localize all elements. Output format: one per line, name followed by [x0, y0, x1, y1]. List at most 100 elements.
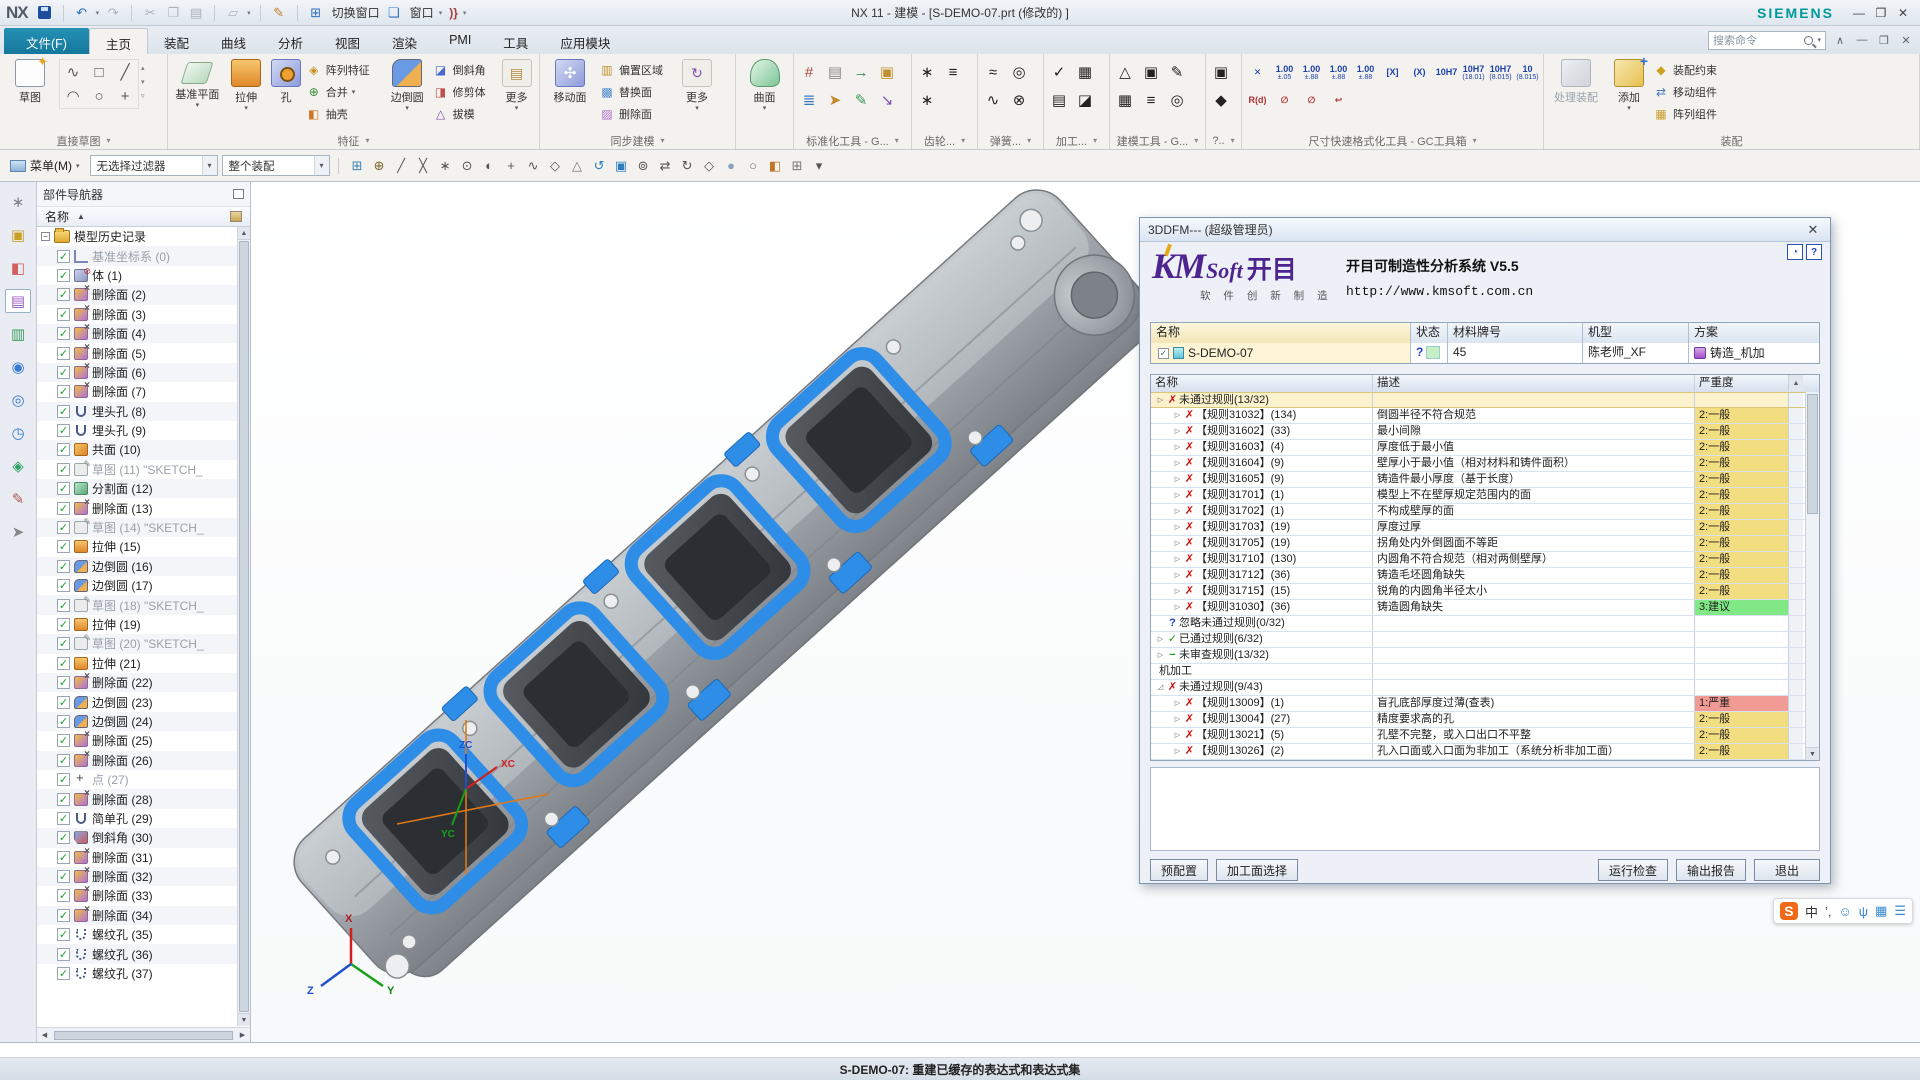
tree-item[interactable]: − ✓ 删除面 (32) [37, 867, 237, 886]
visibility-checkbox[interactable]: ✓ [57, 443, 70, 456]
ime-button[interactable]: ☰ [1894, 903, 1906, 919]
resource-bar-button[interactable]: ➤ [5, 520, 31, 544]
scroll-down-arrow[interactable]: ▼ [238, 1013, 250, 1026]
draft-button[interactable]: △拔模 [433, 104, 495, 123]
border-bar-button[interactable]: ∿ [523, 155, 544, 176]
gallery-more-button[interactable]: ▿ [141, 92, 145, 100]
modeling-tool-button[interactable]: ◎ [1165, 88, 1189, 112]
sketch-button[interactable]: 草图 [3, 56, 57, 105]
std-tool-button[interactable]: ≣ [797, 88, 821, 112]
col-material[interactable]: 材料牌号 [1448, 323, 1583, 343]
pattern-component-button[interactable]: ▦阵列组件 [1653, 104, 1735, 123]
restore-button[interactable]: ❐ [1870, 6, 1892, 20]
tree-horizontal-scrollbar[interactable]: ◀ ▶ [37, 1027, 250, 1042]
dimension-format-button[interactable]: 1.00±.88 [1353, 60, 1378, 85]
expand-twisty[interactable]: ◿ [1155, 680, 1166, 695]
ime-button[interactable]: ψ [1859, 904, 1868, 919]
resource-bar-button[interactable]: ◎ [5, 388, 31, 412]
machining-tool-button[interactable]: ◪ [1073, 88, 1097, 112]
group-dialog-launcher[interactable]: ▾ [660, 136, 664, 145]
ribbon-tab[interactable]: 装配 [148, 28, 205, 54]
misc-tool-button[interactable]: ▣ [1209, 60, 1233, 84]
machine-value[interactable]: 陈老师_XF [1583, 343, 1689, 363]
export-report-button[interactable]: 输出报告 [1676, 859, 1746, 881]
group-dialog-launcher[interactable]: ▾ [1473, 136, 1477, 145]
doc-minimize-button[interactable]: — [1854, 34, 1870, 46]
tree-item[interactable]: − ✓ 倒斜角 (30) [37, 828, 237, 847]
tree-item[interactable]: − ✓ 分割面 (12) [37, 479, 237, 498]
gear-tool-button[interactable]: ∗ [915, 88, 939, 112]
ime-toolbar[interactable]: S中’,☺ψ▦☰ [1773, 898, 1913, 924]
visibility-checkbox[interactable]: ✓ [57, 269, 70, 282]
modeling-tool-button[interactable]: △ [1113, 60, 1137, 84]
tree-item[interactable]: − ✓ 删除面 (2) [37, 285, 237, 304]
tree-item[interactable]: − ✓ 点 (27) [37, 770, 237, 789]
dimension-format-button[interactable]: 10H7 [1434, 60, 1459, 85]
group-dialog-launcher[interactable]: ▾ [895, 136, 899, 145]
rule-row[interactable]: ▷ 已通过规则(6/32) [1151, 632, 1819, 648]
tree-item[interactable]: − ✓ 草图 (11) "SKETCH_ [37, 460, 237, 479]
border-bar-button[interactable]: + [501, 155, 522, 176]
border-bar-button[interactable]: ◧ [765, 155, 786, 176]
dialog-title-bar[interactable]: 3DDFM--- (超级管理员) ✕ [1140, 218, 1830, 242]
scroll-up-button[interactable]: ▴ [141, 64, 145, 72]
group-dialog-launcher[interactable]: ▾ [1027, 136, 1031, 145]
offset-region-button[interactable]: ▥偏置区域 [599, 60, 675, 79]
tree-item[interactable]: − ✓ 拉伸 (21) [37, 654, 237, 673]
border-bar-button[interactable]: ⊙ [457, 155, 478, 176]
modeling-tool-button[interactable]: ✎ [1165, 60, 1189, 84]
tree-item[interactable]: − ✓ 边倒圆 (17) [37, 576, 237, 595]
help-icon[interactable]: ? [1806, 244, 1822, 260]
minimize-button[interactable]: — [1848, 6, 1870, 20]
col-status[interactable]: 状态 [1411, 323, 1448, 343]
expand-twisty[interactable]: ▷ [1172, 488, 1183, 503]
paste-button[interactable]: ▤ [187, 4, 205, 22]
rule-row[interactable]: 机加工 [1151, 664, 1819, 680]
dimension-format-button[interactable]: ∅ [1272, 88, 1297, 113]
hole-button[interactable]: 孔 [269, 56, 304, 105]
tree-item[interactable]: − ✓ 基准坐标系 (0) [37, 246, 237, 265]
machining-face-select-button[interactable]: 加工面选择 [1216, 859, 1298, 881]
rule-row[interactable]: ▷ 【规则31705】(19) 拐角处内外倒圆面不等距 2:一般 [1151, 536, 1819, 552]
close-button[interactable]: ✕ [1892, 6, 1914, 20]
tree-item[interactable]: − ✓ 删除面 (34) [37, 906, 237, 925]
expand-twisty[interactable]: ▷ [1172, 504, 1183, 519]
border-bar-button[interactable]: ◇ [699, 155, 720, 176]
border-bar-button[interactable]: ⊞ [787, 155, 808, 176]
visibility-checkbox[interactable]: ✓ [57, 366, 70, 379]
tree-item[interactable]: − ✓ 删除面 (26) [37, 751, 237, 770]
tab-file[interactable]: 文件(F) [4, 28, 89, 54]
expand-twisty[interactable]: ▷ [1172, 712, 1183, 727]
replace-face-button[interactable]: ▩替换面 [599, 82, 675, 101]
ribbon-tab[interactable]: 应用模块 [544, 28, 626, 54]
visibility-checkbox[interactable]: ✓ [57, 831, 70, 844]
dimension-format-button[interactable]: 1.00±.05 [1272, 60, 1297, 85]
ime-button[interactable]: S [1780, 902, 1798, 920]
resource-bar-button[interactable]: ▤ [5, 289, 31, 313]
rules-scroll-up[interactable]: ▲ [1789, 375, 1803, 391]
group-dialog-launcher[interactable]: ▾ [1231, 136, 1235, 145]
expand-twisty[interactable]: ▷ [1172, 536, 1183, 551]
border-bar-button[interactable]: △ [567, 155, 588, 176]
border-bar-button[interactable]: ⊞ [347, 155, 368, 176]
tree-item[interactable]: − ✓ 拉伸 (15) [37, 537, 237, 556]
tree-item[interactable]: − ✓ 简单孔 (29) [37, 809, 237, 828]
visibility-checkbox[interactable]: ✓ [57, 889, 70, 902]
expand-twisty[interactable]: ▷ [1155, 393, 1166, 407]
spring-tool-button[interactable]: ∿ [981, 88, 1005, 112]
group-dialog-launcher[interactable]: ▾ [1194, 136, 1198, 145]
tree-item[interactable]: − ✓ 草图 (14) "SKETCH_ [37, 518, 237, 537]
border-bar-button[interactable]: ⊕ [369, 155, 390, 176]
sketch-tool-button[interactable]: ○ [94, 88, 103, 105]
expand-twisty[interactable]: ▷ [1172, 440, 1183, 455]
dimension-format-button[interactable]: ∅ [1299, 88, 1324, 113]
border-bar-button[interactable]: ◇ [545, 155, 566, 176]
scroll-left-arrow[interactable]: ◀ [37, 1031, 52, 1039]
border-bar-button[interactable]: ⇄ [655, 155, 676, 176]
std-tool-button[interactable]: ↘ [875, 88, 899, 112]
add-component-button[interactable]: 添加▾ [1607, 56, 1651, 111]
visibility-checkbox[interactable]: ✓ [57, 870, 70, 883]
edge-blend-button[interactable]: 边倒圆▾ [384, 56, 431, 111]
resource-bar-button[interactable]: ∗ [5, 190, 31, 214]
rule-row[interactable]: ▷ 【规则31712】(36) 铸造毛坯圆角缺失 2:一般 [1151, 568, 1819, 584]
